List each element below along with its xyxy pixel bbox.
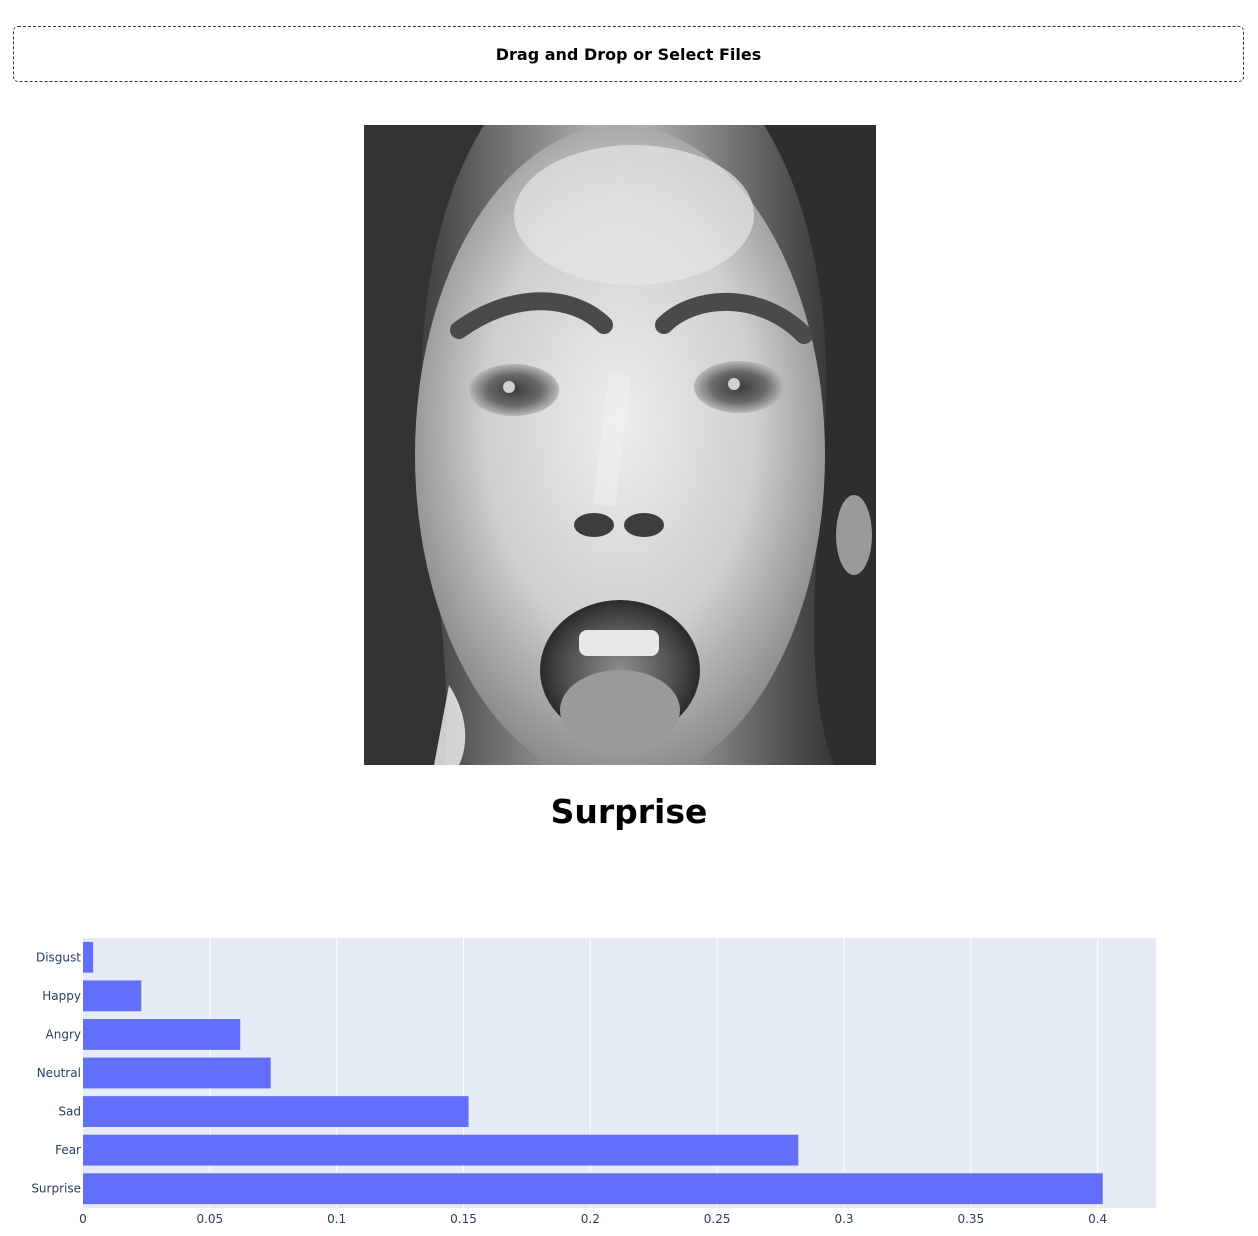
y-tick-label-neutral: Neutral: [37, 1066, 81, 1080]
bar-fear[interactable]: [83, 1134, 799, 1166]
bar-surprise[interactable]: [83, 1173, 1103, 1205]
y-axis-labels: Disgust Happy Angry Neutral Sad Fear Surprise: [31, 950, 81, 1195]
y-tick-label-fear: Fear: [55, 1143, 81, 1157]
x-tick-label: 0.2: [581, 1212, 600, 1226]
x-tick-label: 0.4: [1088, 1212, 1107, 1226]
x-tick-label: 0.05: [196, 1212, 223, 1226]
uploaded-face-image: [364, 125, 876, 765]
x-tick-label: 0.25: [704, 1212, 731, 1226]
x-tick-label: 0.15: [450, 1212, 477, 1226]
x-tick-label: 0.1: [327, 1212, 346, 1226]
file-upload-dropzone[interactable]: Drag and Drop or Select Files: [13, 26, 1244, 82]
x-axis-labels: 0 0.05 0.1 0.15 0.2 0.25 0.3 0.35 0.4: [79, 1212, 1107, 1226]
x-tick-label: 0.3: [834, 1212, 853, 1226]
bar-disgust[interactable]: [83, 941, 94, 973]
x-tick-label: 0: [79, 1212, 87, 1226]
y-tick-label-disgust: Disgust: [36, 950, 81, 964]
upload-label: Drag and Drop or Select Files: [495, 44, 762, 64]
x-tick-label: 0.35: [957, 1212, 984, 1226]
y-tick-label-surprise: Surprise: [31, 1182, 81, 1196]
bar-angry[interactable]: [83, 1019, 241, 1050]
bar-sad[interactable]: [83, 1096, 469, 1127]
bar-neutral[interactable]: [83, 1057, 271, 1089]
predicted-emotion-label: Surprise: [550, 792, 708, 831]
y-tick-label-sad: Sad: [58, 1105, 81, 1119]
bar-happy[interactable]: [83, 980, 142, 1012]
y-tick-label-angry: Angry: [46, 1027, 81, 1041]
emotion-probability-chart: DisgustHappyAngryNeutralSadFearSurprise …: [31, 938, 1156, 1226]
y-tick-label-happy: Happy: [42, 989, 81, 1003]
